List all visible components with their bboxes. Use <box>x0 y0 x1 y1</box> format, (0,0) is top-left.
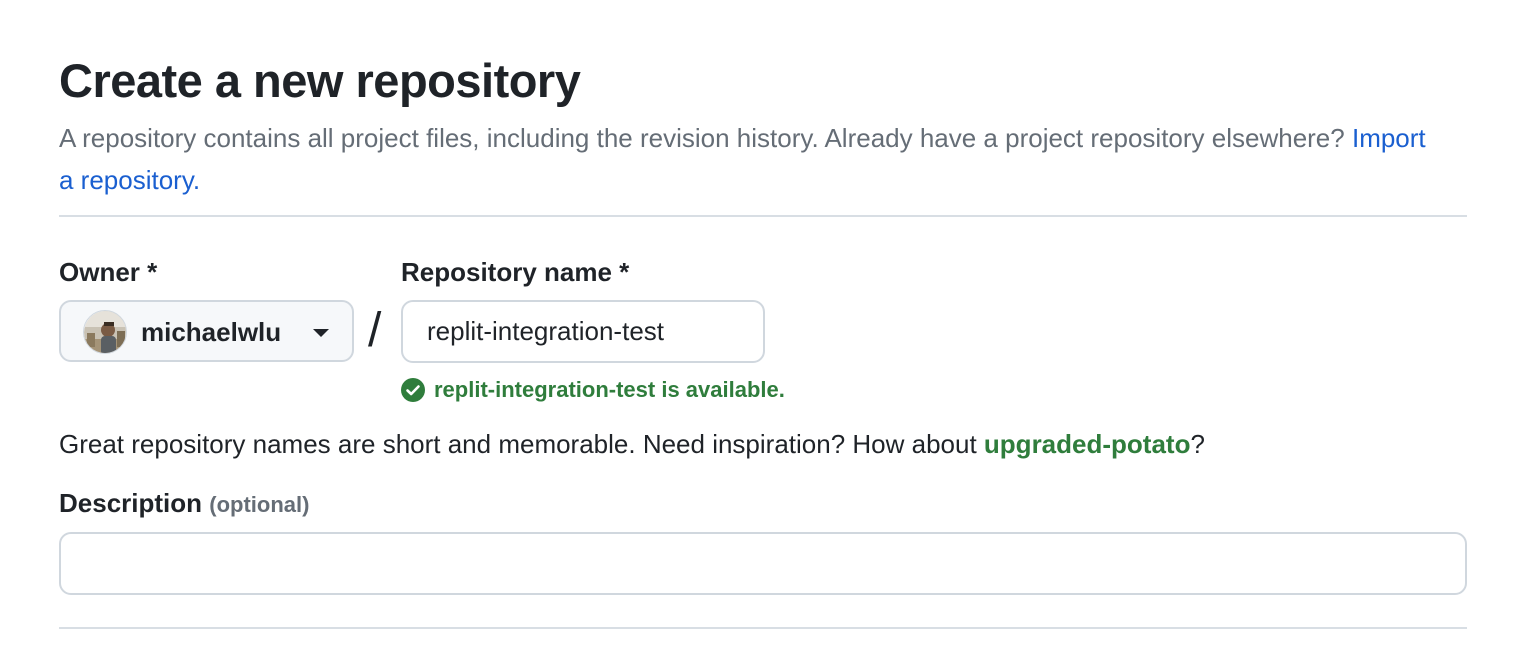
repository-name-input[interactable] <box>401 300 765 363</box>
create-repository-page: Create a new repository A repository con… <box>0 0 1518 650</box>
name-inspiration-hint: Great repository names are short and mem… <box>59 426 1205 462</box>
check-circle-icon <box>401 378 425 402</box>
description-label: Description (optional) <box>59 487 309 521</box>
chevron-down-icon <box>313 329 329 337</box>
header-divider <box>59 215 1467 217</box>
page-title: Create a new repository <box>59 54 581 107</box>
page-subtitle: A repository contains all project files,… <box>59 117 1439 201</box>
user-avatar-photo-icon <box>84 311 126 353</box>
availability-message: replit-integration-test is available. <box>401 376 785 404</box>
repository-name-label: Repository name * <box>401 257 630 287</box>
owner-repo-separator: / <box>368 304 382 357</box>
owner-dropdown[interactable]: michaelwlu <box>59 300 354 362</box>
section-divider <box>59 627 1467 629</box>
description-label-text: Description <box>59 488 203 518</box>
hint-prefix: Great repository names are short and mem… <box>59 429 984 459</box>
description-input[interactable] <box>59 532 1467 595</box>
hint-suffix: ? <box>1190 429 1205 459</box>
availability-text: replit-integration-test is available. <box>434 377 785 402</box>
owner-name: michaelwlu <box>141 317 282 347</box>
avatar <box>83 310 127 354</box>
owner-label: Owner * <box>59 257 158 287</box>
subtitle-text: A repository contains all project files,… <box>59 123 1345 153</box>
suggested-name-link[interactable]: upgraded-potato <box>984 429 1191 459</box>
optional-tag: (optional) <box>209 492 310 517</box>
